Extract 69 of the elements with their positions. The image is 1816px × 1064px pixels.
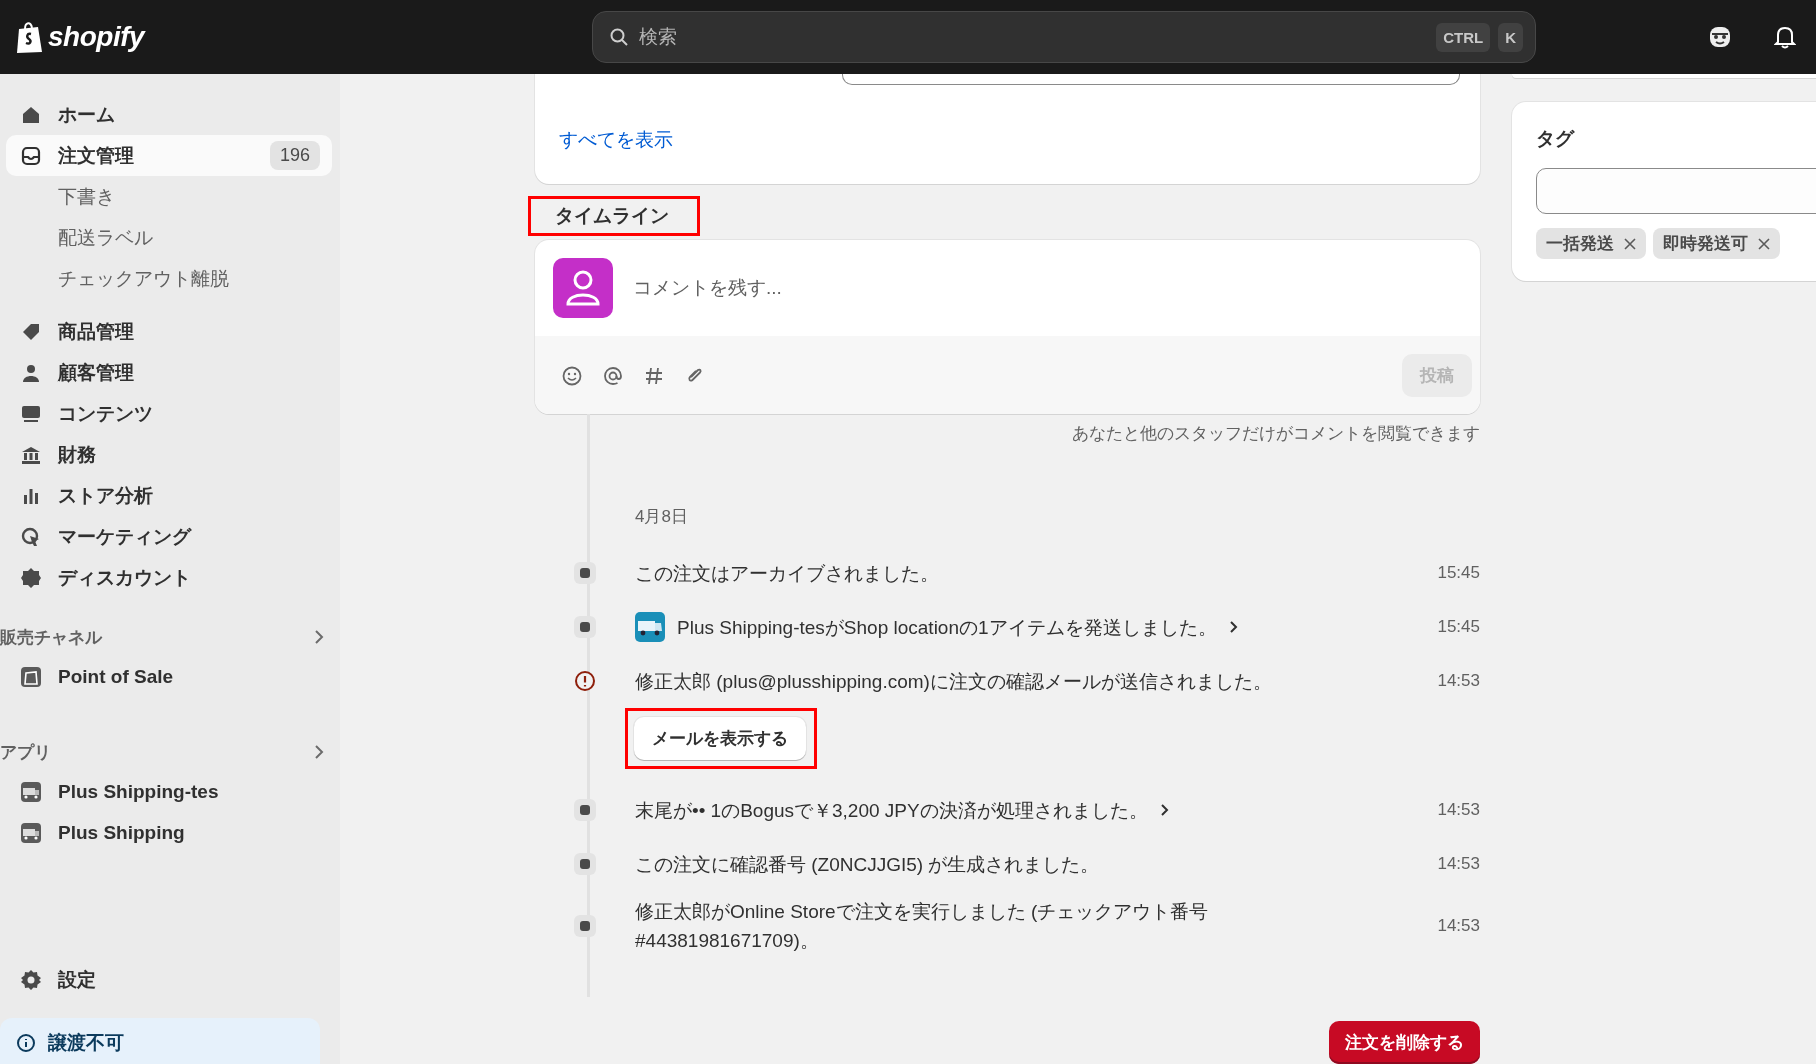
nav-item[interactable]: 設定 xyxy=(0,959,334,1000)
nav-item[interactable]: Point of Sale xyxy=(0,656,334,697)
search-field[interactable]: 検索 xyxy=(637,25,1429,49)
section-title: アプリ xyxy=(0,741,51,764)
search-icon xyxy=(609,27,629,47)
shortcut-key: K xyxy=(1498,22,1523,52)
badge-icon xyxy=(20,566,42,589)
date-label: 4月8日 xyxy=(634,506,689,528)
tag-label: 即時発送可 xyxy=(1663,233,1748,255)
logo-text[interactable]: shopify xyxy=(48,21,145,53)
event-text: この注文に確認番号 (Z0NCJJGI5) が生成されました。 xyxy=(635,852,1100,877)
nav-item[interactable]: 商品管理 xyxy=(0,311,334,352)
nav-item[interactable]: 注文管理 196 xyxy=(6,135,332,176)
chevron-right-icon[interactable] xyxy=(1228,620,1239,634)
chevron-right-icon[interactable] xyxy=(1159,803,1170,817)
event-text: 末尾が•• 1のBogusで￥3,200 JPYの決済が処理されました。 xyxy=(635,798,1148,823)
count-badge: 196 xyxy=(269,141,320,170)
nav-item[interactable]: ストア分析 xyxy=(0,475,334,516)
mention-icon[interactable] xyxy=(602,364,624,387)
truck-icon xyxy=(20,780,42,803)
section-title: 販売チャネル xyxy=(0,626,102,649)
tags-title: タグ xyxy=(1536,127,1576,151)
event-text: 修正太郎がOnline Storeで注文を実行しました (チェックアウト番号 #44381981671709)。 xyxy=(635,900,1210,953)
event-time: 15:45 xyxy=(1437,617,1480,637)
nav-item[interactable]: ディスカウント xyxy=(0,557,334,598)
nav-item[interactable]: Plus Shipping-tes xyxy=(0,771,334,812)
nav-subitem[interactable]: 下書き xyxy=(0,176,340,217)
avatar-face-icon[interactable] xyxy=(1708,25,1732,49)
nav-item[interactable]: 財務 xyxy=(0,434,334,475)
search-bar[interactable]: 検索 CTRL K xyxy=(592,11,1536,63)
timeline-title: タイムライン xyxy=(555,205,669,227)
input-field[interactable] xyxy=(842,74,1460,85)
inbox-icon xyxy=(20,144,42,167)
close-icon[interactable] xyxy=(1758,237,1770,250)
truck-icon xyxy=(20,821,42,844)
event-text: Plus Shipping-tesがShop locationの1アイテムを発送しました。 xyxy=(677,615,1217,640)
shortcut-key: CTRL xyxy=(1436,22,1491,52)
nav-item[interactable]: ホーム xyxy=(0,94,334,135)
truck-icon xyxy=(635,612,665,642)
comment-field[interactable]: コメントを残す... xyxy=(631,276,1462,301)
event-time: 14:53 xyxy=(1437,800,1480,820)
notification-bell-icon[interactable] xyxy=(1774,25,1796,49)
tag-label: 一括発送 xyxy=(1546,233,1614,255)
nav-item[interactable]: コンテンツ xyxy=(0,393,334,434)
nav-item[interactable]: マーケティング xyxy=(0,516,334,557)
shopping-bag-icon xyxy=(20,665,42,688)
privacy-note: あなたと他のスタッフだけがコメントを閲覧できます xyxy=(1071,423,1480,445)
info-icon xyxy=(16,1033,36,1053)
settings-icon xyxy=(20,968,42,991)
emoji-icon[interactable] xyxy=(561,364,583,387)
event-time: 14:53 xyxy=(1437,854,1480,874)
nav-item[interactable]: 顧客管理 xyxy=(0,352,334,393)
tag-field[interactable] xyxy=(1536,168,1816,214)
show-all-link[interactable]: すべてを表示 xyxy=(559,127,673,153)
notice-text: 譲渡不可 xyxy=(48,1031,124,1055)
delete-order-button[interactable]: 注文を削除する xyxy=(1329,1021,1480,1064)
event-text: この注文はアーカイブされました。 xyxy=(635,561,939,586)
event-time: 14:53 xyxy=(1437,916,1480,936)
avatar-icon xyxy=(553,258,613,319)
event-time: 15:45 xyxy=(1437,563,1480,583)
nav-subitem[interactable]: チェックアウト離脱 xyxy=(0,258,340,299)
close-icon[interactable] xyxy=(1624,237,1636,250)
event-text: 修正太郎 (plus@plusshipping.com)に注文の確認メールが送信されました。 xyxy=(635,669,1272,694)
alert-icon xyxy=(574,670,596,692)
nav-item[interactable]: Plus Shipping xyxy=(0,812,334,853)
nav-subitem[interactable]: 配送ラベル xyxy=(0,217,340,258)
view-email-button[interactable]: メールを表示する xyxy=(634,717,806,760)
event-time: 14:53 xyxy=(1437,671,1480,691)
bag-logo-icon xyxy=(16,20,44,54)
